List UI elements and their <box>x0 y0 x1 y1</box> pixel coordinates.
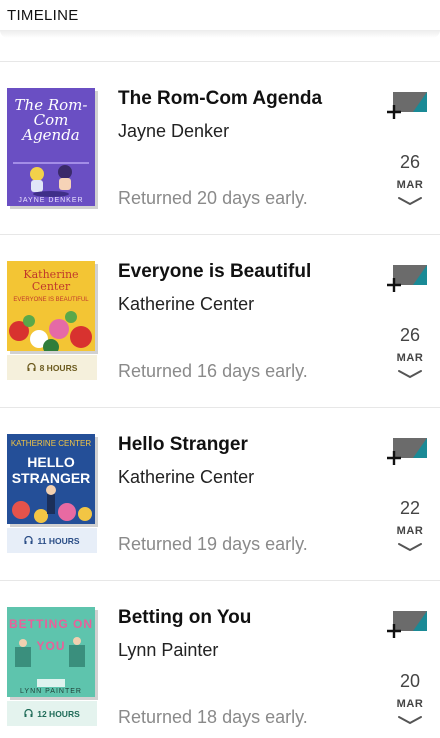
listening-time-label: 11 HOURS <box>37 535 80 546</box>
date-day: 20 <box>399 671 421 691</box>
book-author[interactable]: Jayne Denker <box>118 121 229 142</box>
header-divider <box>0 30 440 38</box>
date-month: MAR <box>396 698 424 710</box>
page-title: TIMELINE <box>7 7 79 24</box>
book-title[interactable]: Everyone is Beautiful <box>118 261 311 283</box>
return-status: Returned 19 days early. <box>118 534 308 554</box>
headphones-icon <box>24 709 33 717</box>
listening-time-label: 8 HOURS <box>39 362 78 373</box>
book-author[interactable]: Katherine Center <box>118 294 254 315</box>
return-status: Returned 16 days early. <box>118 361 308 381</box>
list-item[interactable]: BETTING ON YOU LYNN PAINTER 12 HOURS Bet… <box>0 580 440 738</box>
headphones-icon <box>26 363 36 371</box>
chevron-down-icon[interactable] <box>397 195 423 207</box>
timeline-list: The Rom-Com Agenda JAYNE DENKER The Rom-… <box>0 61 440 738</box>
add-to-shelf-icon[interactable] <box>387 88 429 122</box>
date-month: MAR <box>396 352 424 364</box>
cover-title-text: BETTING ON YOU <box>9 617 93 653</box>
listening-time-label: 12 HOURS <box>37 708 80 719</box>
date-month: MAR <box>396 525 424 537</box>
book-cover[interactable]: The Rom-Com Agenda JAYNE DENKER <box>7 88 95 206</box>
date-day: 22 <box>399 498 421 518</box>
date-day: 26 <box>399 325 421 345</box>
cover-title-text: Katherine Center <box>23 268 79 293</box>
book-author[interactable]: Katherine Center <box>118 467 254 488</box>
listening-time-badge: 11 HOURS <box>7 528 97 553</box>
cover-title-text: The Rom-Com Agenda <box>14 96 88 144</box>
date-month: MAR <box>396 179 424 191</box>
add-to-shelf-icon[interactable] <box>387 261 429 295</box>
chevron-down-icon[interactable] <box>397 541 423 553</box>
book-cover[interactable]: Katherine Center EVERYONE IS BEAUTIFUL <box>7 261 95 351</box>
cover-title-text: HELLO STRANGER <box>11 454 91 486</box>
book-title[interactable]: The Rom-Com Agenda <box>118 88 322 110</box>
headphones-icon <box>24 536 34 544</box>
book-cover[interactable]: BETTING ON YOU LYNN PAINTER <box>7 607 95 697</box>
list-item[interactable]: The Rom-Com Agenda JAYNE DENKER The Rom-… <box>0 61 440 234</box>
cover-subtitle-text: EVERYONE IS BEAUTIFUL <box>13 297 89 303</box>
book-title[interactable]: Betting on You <box>118 607 251 629</box>
timeline-header: TIMELINE <box>0 0 440 38</box>
cover-author-text: LYNN PAINTER <box>20 688 82 695</box>
return-status: Returned 18 days early. <box>118 707 308 727</box>
date-day: 26 <box>399 152 421 172</box>
listening-time-badge: 8 HOURS <box>7 355 97 380</box>
add-to-shelf-icon[interactable] <box>387 607 429 641</box>
cover-author-text: JAYNE DENKER <box>18 197 84 204</box>
list-item[interactable]: KATHERINE CENTER HELLO STRANGER 11 HOURS… <box>0 407 440 580</box>
chevron-down-icon[interactable] <box>397 714 423 726</box>
chevron-down-icon[interactable] <box>397 368 423 380</box>
return-status: Returned 20 days early. <box>118 188 308 208</box>
book-author[interactable]: Lynn Painter <box>118 640 218 661</box>
add-to-shelf-icon[interactable] <box>387 434 429 468</box>
list-item[interactable]: Katherine Center EVERYONE IS BEAUTIFUL 8… <box>0 234 440 407</box>
cover-author-text: KATHERINE CENTER <box>10 439 92 448</box>
book-cover[interactable]: KATHERINE CENTER HELLO STRANGER <box>7 434 95 524</box>
listening-time-badge: 12 HOURS <box>7 701 97 726</box>
book-title[interactable]: Hello Stranger <box>118 434 248 456</box>
